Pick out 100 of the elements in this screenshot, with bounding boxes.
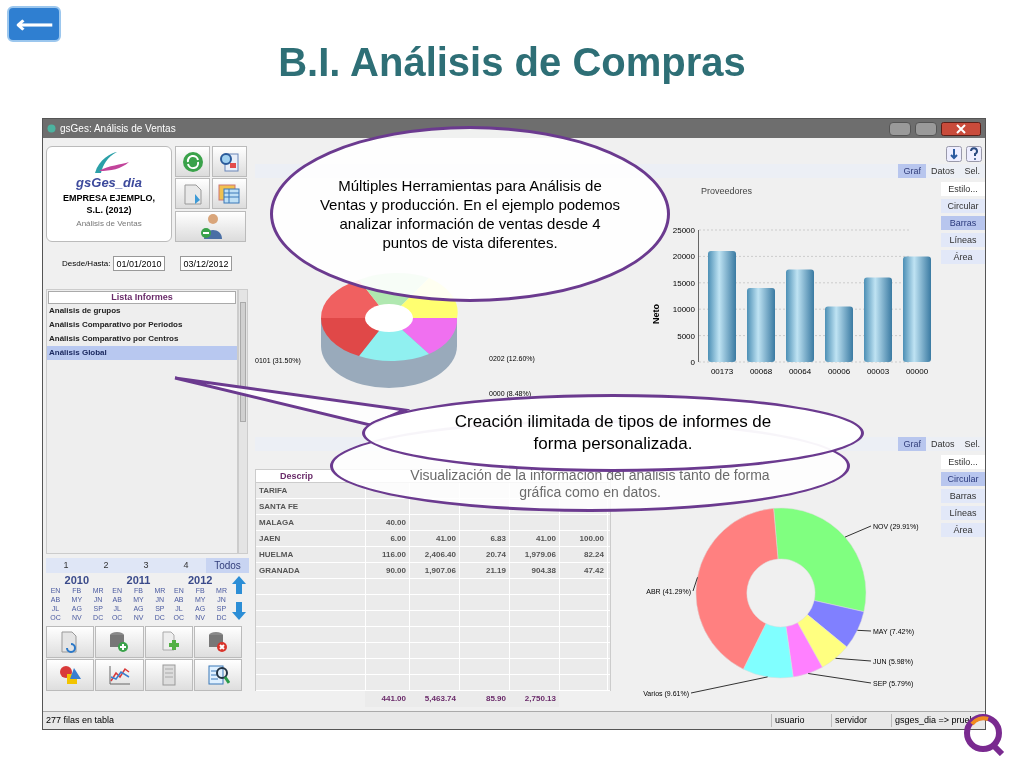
chart-style-button[interactable]: Líneas [941,506,985,520]
tick-label: 00006 [827,366,851,376]
back-button[interactable]: ⟵ [7,6,61,42]
chart-style-button[interactable]: Área [941,249,985,264]
table-cell: HUELMA [259,550,294,559]
axis-title: Neto [651,303,661,324]
chart-style-button[interactable]: Estilo... [941,181,985,196]
scrollbar[interactable] [238,289,248,554]
preview-button[interactable] [211,146,247,177]
view-tab[interactable]: Datos [925,437,960,451]
tick-label: 00000 [905,366,929,376]
table-icon [217,182,241,205]
report-list-item[interactable]: Análisis Global [47,346,237,360]
period-tab[interactable]: 1 [46,558,86,573]
period-tab[interactable]: 3 [126,558,166,573]
tick-label: 0 [690,357,695,367]
chart-title: Proveedores [701,185,753,196]
tick-label: 5000 [677,331,695,341]
table-cell: 40.00 [385,518,406,527]
chart-style-button[interactable]: Líneas [941,232,985,247]
view-tab[interactable]: Sel. [959,437,985,451]
leader-line [856,629,872,632]
column-header[interactable]: Descrip [256,470,314,482]
table-cell: 20.74 [485,550,506,559]
status-server: servidor [831,713,891,728]
donut-slice [797,614,847,668]
table-cell: JAEN [259,534,281,543]
company-name-line: S.L. (2012) [86,204,132,216]
year-label: 2012 [187,575,213,586]
toolbar-button[interactable] [46,659,95,691]
chart-style-button[interactable]: Barras [941,215,985,230]
table-cell: 90.00 [385,566,406,575]
shapes-icon [58,663,83,687]
app-icon [47,124,56,133]
status-user: usuario [771,713,831,728]
close-button[interactable] [941,121,981,136]
chart-style-button[interactable]: Circular [941,472,985,486]
tick-label: 10000 [672,305,695,314]
arrow-down-icon[interactable] [231,601,247,621]
window-title: gsGes: Análisis de Ventas [60,122,176,136]
help-icon[interactable] [966,146,982,162]
view-tab[interactable]: Graf [898,437,926,451]
period-tab[interactable]: 4 [166,558,206,573]
total-cell: 441.00 [381,694,406,703]
line-chart-icon [107,663,132,687]
bar [825,306,853,362]
chart-style-button[interactable]: Barras [941,489,985,503]
table-cell: 100.00 [579,534,604,543]
export-button[interactable] [175,178,210,210]
columns-button[interactable] [211,178,247,210]
table-cell: 116.00 [381,550,406,559]
to-date-field[interactable]: 03/12/2012 [180,256,233,271]
toolbar-button[interactable] [95,659,144,691]
total-cell: 2,750.13 [524,694,556,703]
table-cell: 1,907.06 [424,566,456,575]
leader-line [807,673,872,684]
table-cell: 41.00 [535,534,556,543]
module-name: Análisis de Ventas [76,218,142,230]
tick-label: 00003 [866,366,890,376]
view-tab[interactable]: Datos [925,163,960,178]
date-range-label: Desde/Hasta: [62,257,111,270]
leader-line [835,657,872,662]
table-cell: 21.19 [485,566,506,575]
report-list-item[interactable]: Análisis Comparativo por Periodos [47,318,237,332]
status-message: 277 filas en tabla [45,713,116,727]
toolbar-button[interactable] [95,626,144,658]
chart-style-button[interactable]: Estilo... [941,455,985,469]
table-cell: 41.00 [435,534,456,543]
view-tab[interactable]: Graf [898,163,926,178]
document-icon [181,181,204,206]
chart-style-button[interactable]: Circular [941,198,985,213]
period-tab[interactable]: Todos [206,558,249,573]
exit-button[interactable] [175,210,246,242]
period-tab[interactable]: 2 [86,558,126,573]
refresh-button[interactable] [175,146,210,177]
chart-style-button[interactable]: Área [941,523,985,537]
app-name: gsGes_dia [76,175,142,190]
report-list-item[interactable]: Análisis Comparativo por Centros [47,332,237,346]
table-cell: GRANADA [259,566,300,575]
year-label: 2010 [64,575,90,586]
callout-text: Múltiples Herramientas para Análisis de Ventas y producción. En el ejemplo podemos analizar información de ventas desde 4 puntos de vista diferentes. [318,176,622,252]
slide-title: B.I. Análisis de Compras [278,39,746,86]
tick-label: 00173 [710,366,734,376]
from-date-field[interactable]: 01/01/2010 [113,256,166,271]
minimize-button[interactable] [889,121,911,136]
total-cell: 5,463.74 [424,694,456,703]
refresh-icon [181,150,204,173]
report-list-item[interactable]: Analisis de grupos [47,304,237,318]
view-tab[interactable]: Sel. [959,163,985,178]
info-icon[interactable] [946,146,962,162]
total-cell: 85.90 [485,694,506,703]
toolbar-button[interactable] [193,659,242,691]
company-name: EMPRESA EJEMPLO, [62,192,156,204]
arrow-up-icon[interactable] [231,575,247,595]
table-cell: TARIFA [259,486,288,495]
table-cell: 2,406.40 [424,550,456,559]
maximize-button[interactable] [915,121,937,136]
toolbar-button[interactable] [193,626,242,658]
report-search-icon [205,663,230,687]
callout-text: Creación ilimitada de tipos de informes de forma personalizada. [453,411,773,455]
